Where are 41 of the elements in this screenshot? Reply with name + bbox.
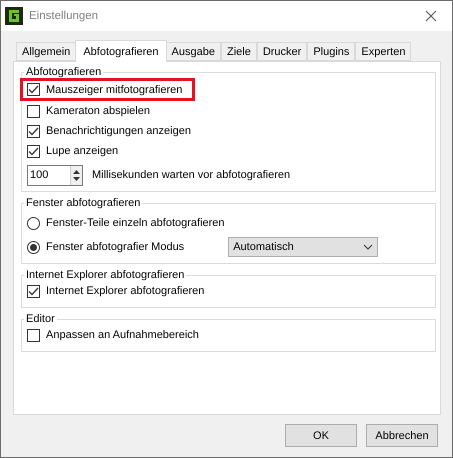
number-spinner[interactable]: 100 [27, 164, 83, 186]
checkbox-label: Benachrichtigungen anzeigen [46, 125, 191, 137]
check-icon [28, 286, 39, 296]
mode-dropdown[interactable]: Automatisch [228, 237, 378, 257]
spinner-label: Millisekunden warten vor abfotografieren [92, 169, 290, 181]
radio-button[interactable] [27, 240, 40, 254]
tab[interactable]: Drucker [256, 42, 308, 61]
tab[interactable]: Ziele [220, 42, 257, 61]
check-icon [28, 126, 39, 136]
tab[interactable]: Abfotografieren [75, 40, 167, 62]
checkbox-label: Internet Explorer abfotografieren [46, 285, 204, 297]
radio-label: Fenster abfotografier Modus [46, 241, 184, 253]
chevron-down-icon [363, 244, 374, 250]
up-down-arrows-icon [73, 168, 80, 182]
checkbox[interactable] [27, 284, 40, 298]
checkbox-label: Kameraton abspielen [46, 105, 150, 117]
group-title: Fenster abfotografieren [25, 197, 142, 209]
checkbox-label: Anpassen an Aufnahmebereich [46, 329, 199, 341]
dialog-button[interactable]: Abbrechen [366, 424, 438, 447]
check-icon [28, 146, 39, 156]
tab[interactable]: Plugins [307, 42, 356, 61]
tab[interactable]: Ausgabe [166, 42, 221, 61]
checkbox[interactable] [27, 83, 40, 96]
window-title: Einstellungen [29, 10, 100, 22]
tab[interactable]: Allgemein [16, 42, 76, 61]
checkbox[interactable] [27, 124, 40, 138]
group-title: Internet Explorer abfotografieren [25, 269, 186, 281]
radio-label: Fenster-Teile einzeln abfotografieren [46, 217, 225, 229]
group-title: Abfotografieren [25, 66, 102, 78]
dialog-button[interactable]: OK [285, 424, 357, 447]
group-title: Editor [25, 313, 56, 325]
app-logo-icon [5, 7, 23, 25]
checkbox[interactable] [27, 328, 40, 342]
radio-button[interactable] [27, 216, 40, 230]
check-icon [28, 85, 39, 94]
close-icon [425, 10, 437, 22]
checkbox-label: Mauszeiger mitfotografieren [46, 84, 182, 96]
checkbox-label: Lupe anzeigen [46, 145, 118, 157]
tab[interactable]: Experten [355, 42, 412, 61]
checkbox[interactable] [27, 104, 40, 118]
checkbox[interactable] [27, 144, 40, 158]
